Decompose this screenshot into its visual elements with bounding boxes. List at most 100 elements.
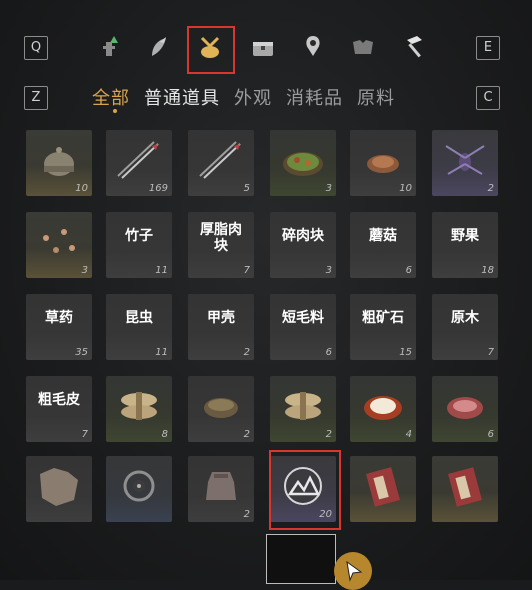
subtab-appearance[interactable]: 外观 — [234, 84, 272, 112]
arrow-icon — [199, 141, 241, 179]
item-quantity: 6 — [325, 347, 332, 358]
subtab-materials[interactable]: 原料 — [357, 84, 395, 112]
active-tab-indicator — [113, 109, 117, 113]
next-page-button[interactable] — [334, 552, 372, 590]
item-quantity: 3 — [325, 183, 332, 194]
prev-tab-key[interactable]: Z — [24, 86, 48, 110]
subtab-all[interactable]: 全部 — [92, 84, 130, 112]
inventory-slot[interactable]: 短毛料 6 — [270, 294, 336, 360]
item-quantity: 3 — [325, 265, 332, 276]
inventory-slot[interactable]: 2 — [188, 456, 254, 522]
item-quantity: 2 — [487, 183, 494, 194]
next-tab-key[interactable]: C — [476, 86, 500, 110]
inventory-slot[interactable]: 厚脂肉块 7 — [188, 212, 254, 278]
inventory-slot[interactable]: 5 — [188, 130, 254, 196]
item-quantity: 7 — [487, 347, 494, 358]
category-feather-icon[interactable] — [144, 32, 174, 62]
inventory-slot[interactable]: 昆虫 11 — [106, 294, 172, 360]
insect-icon — [445, 145, 485, 175]
item-name: 野果 — [451, 228, 479, 244]
inventory-slot[interactable]: 竹子 11 — [106, 212, 172, 278]
item-quantity: 18 — [481, 265, 494, 276]
small-creatures-icon — [43, 229, 75, 253]
inventory-slot[interactable]: 野果 18 — [432, 212, 498, 278]
inventory-slot[interactable]: 2 — [270, 376, 336, 442]
item-quantity: 11 — [155, 265, 168, 276]
category-map-pin-icon[interactable] — [298, 32, 328, 62]
item-quantity: 6 — [405, 265, 412, 276]
subtab-consumables[interactable]: 消耗品 — [286, 84, 343, 112]
inventory-slot[interactable]: 2 — [432, 130, 498, 196]
item-quantity: 2 — [243, 347, 250, 358]
item-quantity: 6 — [487, 429, 494, 440]
inventory-slot[interactable]: 4 — [350, 376, 416, 442]
item-name: 甲壳 — [207, 310, 235, 326]
category-chest-icon[interactable] — [248, 32, 278, 62]
bead-net-icon — [123, 470, 155, 502]
inventory-slot[interactable] — [350, 456, 416, 522]
category-hammer-icon[interactable] — [400, 32, 430, 62]
inventory-slot[interactable]: 粗矿石 15 — [350, 294, 416, 360]
item-quantity: 2 — [243, 429, 250, 440]
stirfry-dish-icon — [283, 152, 323, 176]
red-book-icon — [448, 467, 482, 507]
item-quantity: 10 — [75, 183, 88, 194]
item-quantity: 169 — [148, 183, 168, 194]
inventory-slot[interactable]: 10 — [350, 130, 416, 196]
category-selected-highlight — [187, 26, 235, 74]
item-name: 竹子 — [125, 228, 153, 244]
item-quantity: 8 — [161, 429, 168, 440]
next-category-key[interactable]: E — [476, 36, 500, 60]
item-name: 厚脂肉块 — [200, 222, 242, 254]
egg-dish-icon — [364, 396, 402, 420]
item-name: 粗矿石 — [362, 310, 404, 326]
item-quantity: 5 — [243, 183, 250, 194]
item-name: 草药 — [45, 310, 73, 326]
item-quantity: 2 — [325, 429, 332, 440]
inventory-slot[interactable]: 169 — [106, 130, 172, 196]
category-character-icon[interactable] — [94, 32, 124, 62]
inventory-slot[interactable] — [26, 456, 92, 522]
inventory-slot[interactable]: 蘑菇 6 — [350, 212, 416, 278]
roast-meat-icon — [367, 155, 399, 173]
item-quantity: 15 — [399, 347, 412, 358]
rice-bundle-icon — [121, 392, 157, 420]
inventory-slot[interactable] — [432, 456, 498, 522]
item-quantity: 11 — [155, 347, 168, 358]
prev-category-key[interactable]: Q — [24, 36, 48, 60]
inventory-slot[interactable]: 10 — [26, 130, 92, 196]
inventory-slot[interactable]: 2 — [188, 376, 254, 442]
item-name: 碎肉块 — [282, 228, 324, 244]
inventory-slot[interactable]: 8 — [106, 376, 172, 442]
item-quantity: 2 — [243, 509, 250, 520]
item-quantity: 3 — [81, 265, 88, 276]
pelt-icon — [40, 468, 78, 506]
rice-bundle-icon — [285, 392, 321, 420]
steak-icon — [447, 397, 483, 419]
inventory-slot[interactable]: 3 — [270, 130, 336, 196]
subtab-common-items[interactable]: 普通道具 — [144, 84, 220, 112]
category-cloth-icon[interactable] — [348, 32, 378, 62]
inventory-slot[interactable]: 粗毛皮 7 — [26, 376, 92, 442]
herb-bowl-icon — [204, 398, 238, 418]
inventory-slot[interactable]: 3 — [26, 212, 92, 278]
item-quantity: 7 — [81, 429, 88, 440]
inventory-slot[interactable]: 碎肉块 3 — [270, 212, 336, 278]
item-quantity: 4 — [405, 429, 412, 440]
inventory-slot[interactable]: 原木 7 — [432, 294, 498, 360]
item-quantity: 35 — [75, 347, 88, 358]
item-name: 蘑菇 — [369, 228, 397, 244]
red-book-icon — [366, 467, 400, 507]
inventory-slot[interactable]: 6 — [432, 376, 498, 442]
item-quantity: 10 — [399, 183, 412, 194]
inventory-slot[interactable]: 甲壳 2 — [188, 294, 254, 360]
item-name: 原木 — [451, 310, 479, 326]
item-name: 粗毛皮 — [38, 392, 80, 408]
arrow-icon — [117, 141, 159, 179]
helmet-icon — [44, 147, 74, 176]
selected-item-highlight — [269, 450, 341, 530]
inventory-slot[interactable] — [106, 456, 172, 522]
cloth-pouch-icon — [206, 472, 236, 500]
subtab-bar: 全部 普通道具 外观 消耗品 原料 — [92, 84, 395, 112]
inventory-slot[interactable]: 草药 35 — [26, 294, 92, 360]
